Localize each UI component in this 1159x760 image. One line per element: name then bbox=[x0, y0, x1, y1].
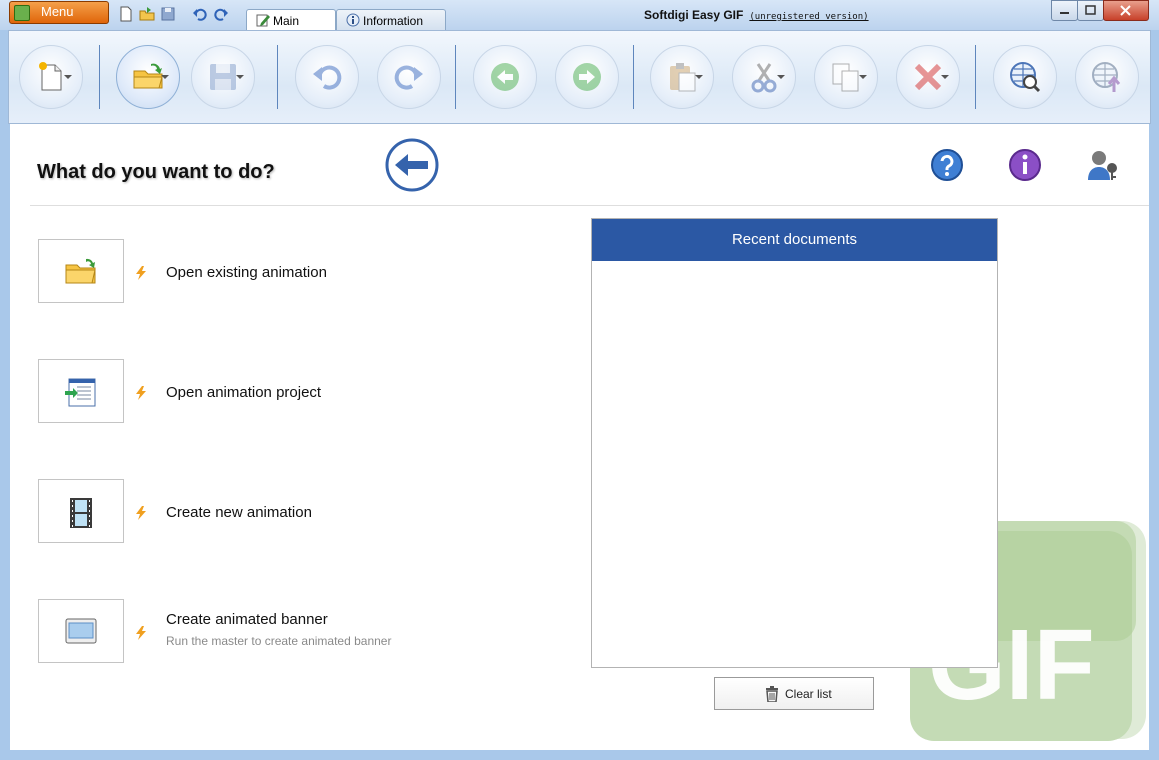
menu-label: Menu bbox=[41, 4, 74, 19]
tab-information-label: Information bbox=[363, 14, 424, 28]
web-search-icon bbox=[1010, 62, 1041, 93]
open-existing-animation-action[interactable]: Open existing animation bbox=[38, 239, 558, 305]
dropdown-arrow-icon bbox=[236, 75, 244, 79]
save-icon bbox=[210, 64, 236, 90]
menu-button[interactable]: Menu bbox=[9, 1, 109, 24]
web-upload-button[interactable] bbox=[1075, 45, 1139, 109]
window-title: Softdigi Easy GIF (unregistered version) bbox=[644, 8, 869, 22]
previous-frame-icon bbox=[491, 63, 519, 91]
registration-user-icon[interactable] bbox=[1086, 148, 1120, 182]
trash-icon bbox=[766, 686, 778, 702]
about-info-icon[interactable] bbox=[1008, 148, 1042, 182]
dropdown-arrow-icon bbox=[859, 75, 867, 79]
cut-icon bbox=[751, 63, 777, 93]
close-icon bbox=[1120, 5, 1131, 16]
edit-icon bbox=[256, 14, 270, 27]
action-tile[interactable] bbox=[38, 479, 124, 543]
undo-icon bbox=[313, 65, 342, 90]
lightning-icon bbox=[136, 266, 146, 280]
action-label[interactable]: Create new animation bbox=[166, 504, 312, 521]
tab-information[interactable]: Information bbox=[336, 9, 446, 31]
app-logo-icon bbox=[14, 5, 30, 21]
start-page: What do you want to do? Open existing an… bbox=[10, 124, 1149, 750]
open-folder-icon bbox=[65, 258, 96, 284]
dropdown-arrow-icon bbox=[777, 75, 785, 79]
close-button[interactable] bbox=[1103, 0, 1149, 21]
dropdown-arrow-icon bbox=[695, 75, 703, 79]
action-tile[interactable] bbox=[38, 239, 124, 303]
create-animated-banner-action[interactable]: Create animated banner Run the master to… bbox=[38, 599, 558, 665]
app-title: Softdigi Easy GIF bbox=[644, 8, 744, 22]
minimize-icon bbox=[1060, 12, 1069, 14]
next-frame-button[interactable] bbox=[555, 45, 619, 109]
open-folder-icon bbox=[133, 63, 163, 89]
new-button[interactable] bbox=[19, 45, 83, 109]
title-bar: Menu Main Information Softdigi Easy GIF (… bbox=[0, 0, 1159, 31]
delete-icon bbox=[914, 63, 942, 91]
lightning-icon bbox=[136, 626, 146, 640]
action-label[interactable]: Open animation project bbox=[166, 384, 321, 401]
paste-button[interactable] bbox=[650, 45, 714, 109]
previous-frame-button[interactable] bbox=[473, 45, 537, 109]
lightning-icon bbox=[136, 386, 146, 400]
redo-icon bbox=[394, 65, 423, 90]
quick-save-icon[interactable] bbox=[160, 6, 176, 22]
dropdown-arrow-icon bbox=[64, 75, 72, 79]
cut-button[interactable] bbox=[732, 45, 796, 109]
next-frame-icon bbox=[573, 63, 601, 91]
open-button[interactable] bbox=[116, 45, 180, 109]
open-animation-project-action[interactable]: Open animation project bbox=[38, 359, 558, 425]
dropdown-arrow-icon bbox=[941, 75, 949, 79]
maximize-button[interactable] bbox=[1077, 0, 1104, 21]
back-arrow-icon[interactable] bbox=[385, 138, 439, 192]
paste-icon bbox=[670, 63, 696, 92]
toolbar bbox=[8, 30, 1151, 124]
save-button[interactable] bbox=[191, 45, 255, 109]
delete-button[interactable] bbox=[896, 45, 960, 109]
recent-documents-header: Recent documents bbox=[592, 219, 997, 261]
web-upload-icon bbox=[1092, 62, 1121, 92]
help-icon[interactable] bbox=[930, 148, 964, 182]
new-document-icon bbox=[39, 62, 62, 91]
tab-main[interactable]: Main bbox=[246, 9, 336, 31]
copy-button[interactable] bbox=[814, 45, 878, 109]
action-label[interactable]: Open existing animation bbox=[166, 264, 327, 281]
undo-button[interactable] bbox=[295, 45, 359, 109]
create-new-animation-action[interactable]: Create new animation bbox=[38, 479, 558, 545]
toolbar-separator bbox=[99, 45, 100, 109]
tab-main-label: Main bbox=[273, 14, 300, 28]
quick-undo-icon[interactable] bbox=[192, 6, 208, 22]
action-subtitle: Run the master to create animated banner bbox=[166, 634, 392, 648]
dropdown-arrow-icon bbox=[161, 75, 169, 79]
minimize-button[interactable] bbox=[1051, 0, 1078, 21]
toolbar-separator bbox=[975, 45, 976, 109]
redo-button[interactable] bbox=[377, 45, 441, 109]
action-tile[interactable] bbox=[38, 599, 124, 663]
heading-divider bbox=[30, 205, 1149, 206]
clear-list-label: Clear list bbox=[785, 687, 832, 701]
info-icon bbox=[346, 13, 360, 27]
maximize-icon bbox=[1085, 5, 1096, 15]
clear-list-button[interactable]: Clear list bbox=[714, 677, 874, 710]
project-file-icon bbox=[65, 378, 96, 407]
toolbar-separator bbox=[633, 45, 634, 109]
app-window: Menu Main Information Softdigi Easy GIF (… bbox=[0, 0, 1159, 760]
quick-open-icon[interactable] bbox=[139, 6, 155, 22]
quick-new-icon[interactable] bbox=[118, 6, 134, 22]
quick-redo-icon[interactable] bbox=[213, 6, 229, 22]
banner-icon bbox=[65, 618, 97, 644]
registration-status: (unregistered version) bbox=[749, 12, 869, 22]
recent-documents-panel: Recent documents bbox=[591, 218, 998, 668]
action-label[interactable]: Create animated banner bbox=[166, 611, 328, 628]
web-search-button[interactable] bbox=[993, 45, 1057, 109]
page-title: What do you want to do? bbox=[37, 161, 275, 183]
action-tile[interactable] bbox=[38, 359, 124, 423]
film-strip-icon bbox=[70, 498, 92, 528]
toolbar-separator bbox=[455, 45, 456, 109]
toolbar-separator bbox=[277, 45, 278, 109]
lightning-icon bbox=[136, 506, 146, 520]
copy-icon bbox=[832, 63, 859, 92]
